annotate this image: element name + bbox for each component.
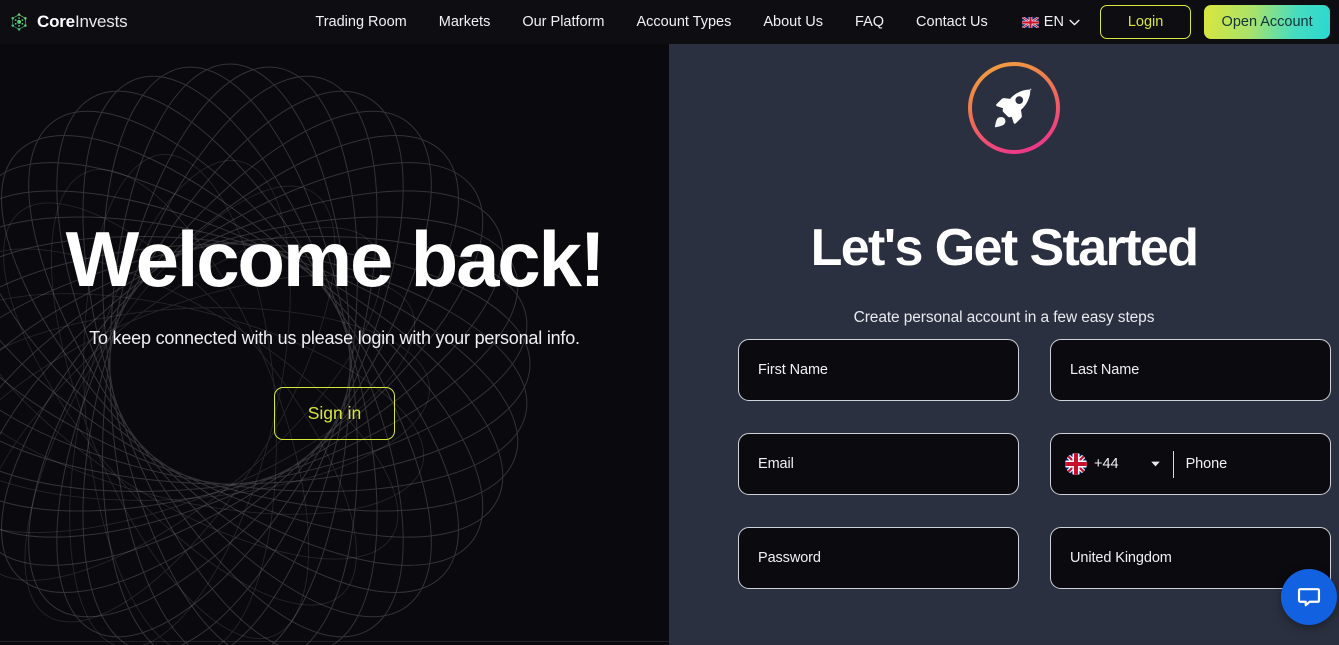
signup-title: Let's Get Started bbox=[810, 219, 1199, 277]
chevron-down-icon bbox=[1069, 19, 1080, 25]
nav-item-about-us[interactable]: About Us bbox=[747, 0, 839, 44]
language-code: EN bbox=[1043, 14, 1064, 30]
signup-subtitle: Create personal account in a few easy st… bbox=[853, 309, 1155, 326]
rocket-badge bbox=[968, 62, 1060, 154]
nav-item-our-platform[interactable]: Our Platform bbox=[506, 0, 620, 44]
brand-name-light: Invests bbox=[74, 12, 128, 31]
email-input[interactable]: Email bbox=[738, 433, 1019, 495]
nav-item-contact-us[interactable]: Contact Us bbox=[900, 0, 1004, 44]
phone-placeholder: Phone bbox=[1185, 456, 1228, 472]
sign-in-button[interactable]: Sign in bbox=[274, 386, 395, 440]
last-name-placeholder: Last Name bbox=[1070, 362, 1140, 378]
nav-item-account-types[interactable]: Account Types bbox=[621, 0, 748, 44]
first-name-placeholder: First Name bbox=[758, 362, 828, 378]
brand-name-bold: Core bbox=[37, 12, 75, 31]
welcome-panel: Welcome back! To keep connected with us … bbox=[0, 44, 669, 645]
dial-code-selector[interactable]: +44 bbox=[1065, 453, 1160, 475]
first-name-input[interactable]: First Name bbox=[738, 339, 1019, 401]
dial-code-value: +44 bbox=[1094, 456, 1119, 472]
language-selector[interactable]: EN bbox=[1004, 14, 1094, 30]
welcome-subtitle: To keep connected with us please login w… bbox=[89, 327, 580, 348]
password-input[interactable]: Password bbox=[738, 527, 1019, 589]
main-nav: Trading Room Markets Our Platform Accoun… bbox=[299, 0, 1094, 44]
brand-logo[interactable]: CoreInvests bbox=[9, 12, 128, 32]
welcome-title: Welcome back! bbox=[65, 214, 606, 303]
brand-name: CoreInvests bbox=[37, 12, 128, 32]
chat-bubble-icon bbox=[1297, 588, 1321, 607]
panel-divider bbox=[0, 641, 669, 642]
page-root: CoreInvests Trading Room Markets Our Pla… bbox=[0, 0, 1339, 645]
phone-input[interactable]: +44 Phone bbox=[1050, 433, 1331, 495]
site-header: CoreInvests Trading Room Markets Our Pla… bbox=[0, 0, 1339, 44]
nav-item-faq[interactable]: FAQ bbox=[839, 0, 900, 44]
uk-flag-icon bbox=[1021, 16, 1039, 28]
uk-flag-icon bbox=[1065, 453, 1087, 475]
form-row-name: First Name Last Name bbox=[669, 339, 1339, 401]
password-placeholder: Password bbox=[758, 550, 821, 566]
hexagon-molecule-logo-icon bbox=[11, 13, 27, 31]
country-value: United Kingdom bbox=[1070, 550, 1172, 566]
open-account-button[interactable]: Open Account bbox=[1204, 5, 1330, 39]
nav-item-markets[interactable]: Markets bbox=[423, 0, 507, 44]
caret-down-icon bbox=[1150, 461, 1160, 467]
signup-form: First Name Last Name Email +44 Phone Pas… bbox=[669, 339, 1339, 621]
live-chat-button[interactable] bbox=[1281, 569, 1337, 625]
phone-divider bbox=[1172, 450, 1174, 478]
last-name-input[interactable]: Last Name bbox=[1050, 339, 1331, 401]
signup-panel: Let's Get Started Create personal accoun… bbox=[669, 44, 1339, 645]
form-row-security: Password United Kingdom bbox=[669, 527, 1339, 589]
form-row-contact: Email +44 Phone bbox=[669, 433, 1339, 495]
email-placeholder: Email bbox=[758, 456, 794, 472]
login-button[interactable]: Login bbox=[1099, 5, 1192, 39]
nav-item-trading-room[interactable]: Trading Room bbox=[299, 0, 422, 44]
rocket-icon bbox=[994, 88, 1032, 128]
